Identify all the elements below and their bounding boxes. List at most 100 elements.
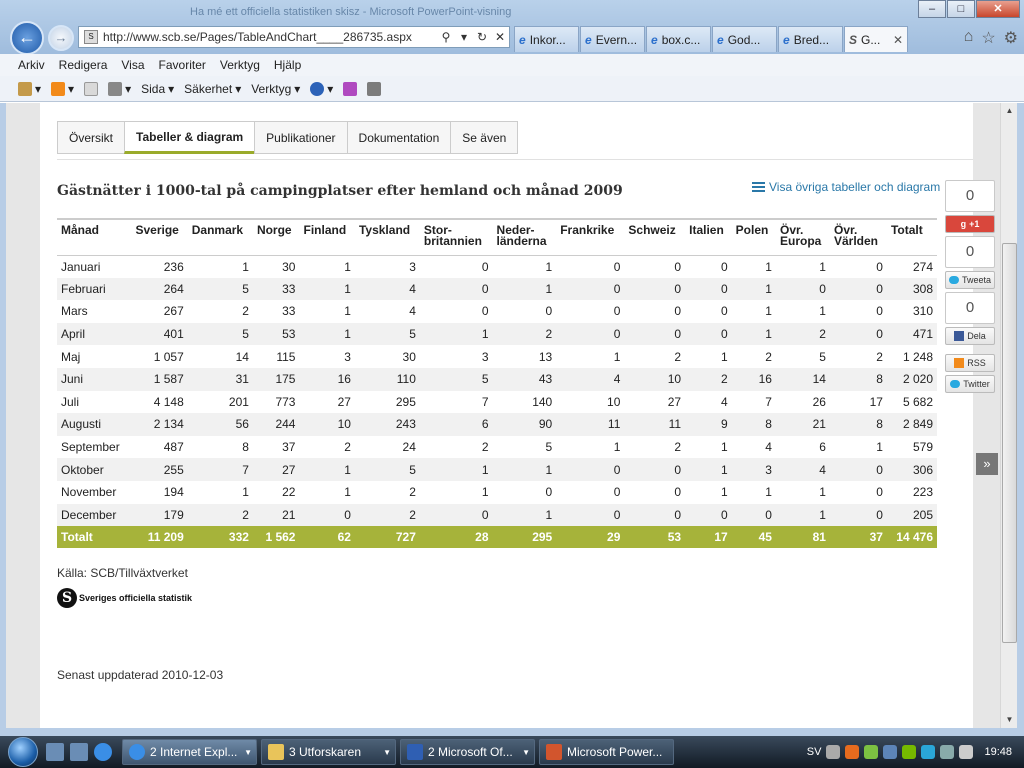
home-button[interactable]: ▾ [18, 81, 41, 96]
settings-gear-icon[interactable]: ⚙ [1004, 28, 1018, 48]
rss-button[interactable]: RSS [945, 354, 995, 372]
folder-icon [268, 744, 284, 760]
value-cell: 0 [556, 300, 625, 323]
nvidia-icon[interactable] [902, 745, 917, 759]
menu-bar: Arkiv Redigera Visa Favoriter Verktyg Hj… [0, 54, 1024, 76]
scrollbar-thumb[interactable] [1002, 243, 1017, 643]
ie-quicklaunch-icon[interactable] [94, 743, 112, 761]
help-button[interactable]: ▾ [310, 81, 333, 96]
tab-se-aven[interactable]: Se även [450, 121, 519, 154]
menu-visa[interactable]: Visa [121, 58, 144, 72]
value-cell: 8 [829, 413, 887, 436]
content-area: Översikt Tabeller & diagram Publikatione… [40, 103, 973, 728]
value-cell: 27 [252, 458, 300, 481]
total-value-cell: 295 [492, 526, 557, 549]
mail-button[interactable] [84, 81, 99, 96]
browser-tab[interactable]: e God... [712, 26, 777, 52]
network-icon[interactable] [883, 745, 898, 759]
stop-icon[interactable]: ✕ [491, 30, 509, 44]
taskbar-item-office[interactable]: 2 Microsoft Of... ▼ [400, 739, 535, 765]
twitter-button[interactable]: Twitter [945, 375, 995, 393]
network-status-icon[interactable] [940, 745, 955, 759]
value-cell: 140 [492, 390, 557, 414]
switch-windows-icon[interactable] [70, 743, 88, 761]
menu-verktyg[interactable]: Verktyg [220, 58, 260, 72]
scroll-down-arrow-icon[interactable]: ▼ [1001, 712, 1018, 728]
print-button[interactable]: ▾ [108, 81, 131, 96]
tab-tabeller-diagram[interactable]: Tabeller & diagram [124, 121, 255, 154]
browser-tab-active[interactable]: S G... ✕ [844, 26, 908, 52]
browser-tab[interactable]: e Evern... [580, 26, 645, 52]
menu-hjalp[interactable]: Hjälp [274, 58, 301, 72]
favorites-star-icon[interactable]: ☆ [981, 28, 995, 48]
refresh-icon[interactable]: ↻ [473, 30, 491, 44]
taskbar-item-powerpoint[interactable]: Microsoft Power... [539, 739, 674, 765]
expand-social-button[interactable]: » [976, 453, 998, 475]
tab-dokumentation[interactable]: Dokumentation [346, 121, 451, 154]
value-cell: 5 [775, 345, 830, 368]
shield-icon[interactable] [826, 745, 841, 759]
facebook-share-button[interactable]: Dela [945, 327, 995, 345]
firefox-icon[interactable] [845, 745, 860, 759]
scroll-up-arrow-icon[interactable]: ▲ [1001, 103, 1018, 119]
browser-tab[interactable]: e Bred... [778, 26, 843, 52]
value-cell: 5 [354, 458, 420, 481]
taskbar-item-ie[interactable]: 2 Internet Expl... ▼ [122, 739, 257, 765]
total-value-cell: 1 562 [252, 526, 300, 549]
research-button[interactable] [343, 81, 358, 96]
table-row: Augusti 2 134 56 244 10 243 6 90 11 11 9 8 21 8 2 849 [57, 413, 937, 436]
forward-button[interactable]: → [48, 25, 74, 51]
tab-oversikt[interactable]: Översikt [57, 121, 125, 154]
safety-menu[interactable]: Säkerhet ▾ [184, 82, 241, 96]
total-label-cell: Totalt [57, 526, 132, 549]
show-desktop-icon[interactable] [46, 743, 64, 761]
value-cell: 0 [624, 300, 686, 323]
address-url[interactable]: http://www.scb.se/Pages/TableAndChart___… [103, 30, 437, 44]
browser-tab[interactable]: e Inkor... [514, 26, 579, 52]
tools-menu[interactable]: Verktyg ▾ [251, 82, 300, 96]
back-button[interactable]: ← [10, 21, 44, 55]
vertical-scrollbar[interactable]: ▲ ▼ [1000, 103, 1017, 728]
browser-tab[interactable]: e box.c... [646, 26, 711, 52]
minimize-button[interactable]: – [918, 0, 946, 18]
value-cell: 4 [775, 458, 830, 481]
value-cell: 26 [775, 390, 830, 414]
value-cell: 1 [731, 277, 776, 301]
value-cell: 0 [492, 300, 557, 323]
feeds-button[interactable]: ▾ [51, 81, 74, 96]
menu-arkiv[interactable]: Arkiv [18, 58, 45, 72]
volume-icon[interactable] [959, 745, 974, 759]
address-bar[interactable]: S http://www.scb.se/Pages/TableAndChart_… [78, 26, 510, 48]
sync-icon[interactable] [921, 745, 936, 759]
value-cell: 110 [354, 367, 420, 391]
taskbar-item-explorer[interactable]: 3 Utforskaren ▼ [261, 739, 396, 765]
value-cell: 16 [731, 367, 776, 391]
tab-publikationer[interactable]: Publikationer [254, 121, 347, 154]
close-window-button[interactable]: ✕ [976, 0, 1020, 18]
value-cell: 1 [731, 480, 776, 504]
ie-icon: e [519, 32, 526, 47]
more-tables-link[interactable]: Visa övriga tabeller och diagram [752, 180, 940, 194]
start-button[interactable] [0, 736, 46, 768]
menu-favoriter[interactable]: Favoriter [159, 58, 206, 72]
tweet-button[interactable]: Tweeta [945, 271, 995, 289]
value-cell: 0 [829, 503, 887, 527]
system-tray: SV 19:48 [807, 745, 1024, 759]
addon-button[interactable] [367, 81, 382, 96]
page-menu[interactable]: Sida ▾ [141, 82, 174, 96]
search-icon[interactable]: ⚲ [437, 30, 455, 44]
home-icon[interactable]: ⌂ [964, 28, 974, 48]
total-value-cell: 727 [354, 526, 420, 549]
table-row: April 401 5 53 1 5 1 2 0 0 0 1 2 0 471 [57, 322, 937, 346]
gplus-button[interactable]: g +1 [945, 215, 995, 233]
menu-redigera[interactable]: Redigera [59, 58, 108, 72]
close-tab-icon[interactable]: ✕ [893, 33, 903, 47]
value-cell: 0 [624, 503, 686, 527]
dropdown-arrow-icon[interactable]: ▾ [455, 30, 473, 44]
table-title: Gästnätter i 1000-tal på campingplatser … [57, 183, 623, 199]
tray-app-icon[interactable] [864, 745, 879, 759]
maximize-button[interactable]: □ [947, 0, 975, 18]
language-indicator[interactable]: SV [807, 746, 822, 758]
value-cell: 1 [685, 480, 732, 504]
clock[interactable]: 19:48 [984, 746, 1012, 758]
